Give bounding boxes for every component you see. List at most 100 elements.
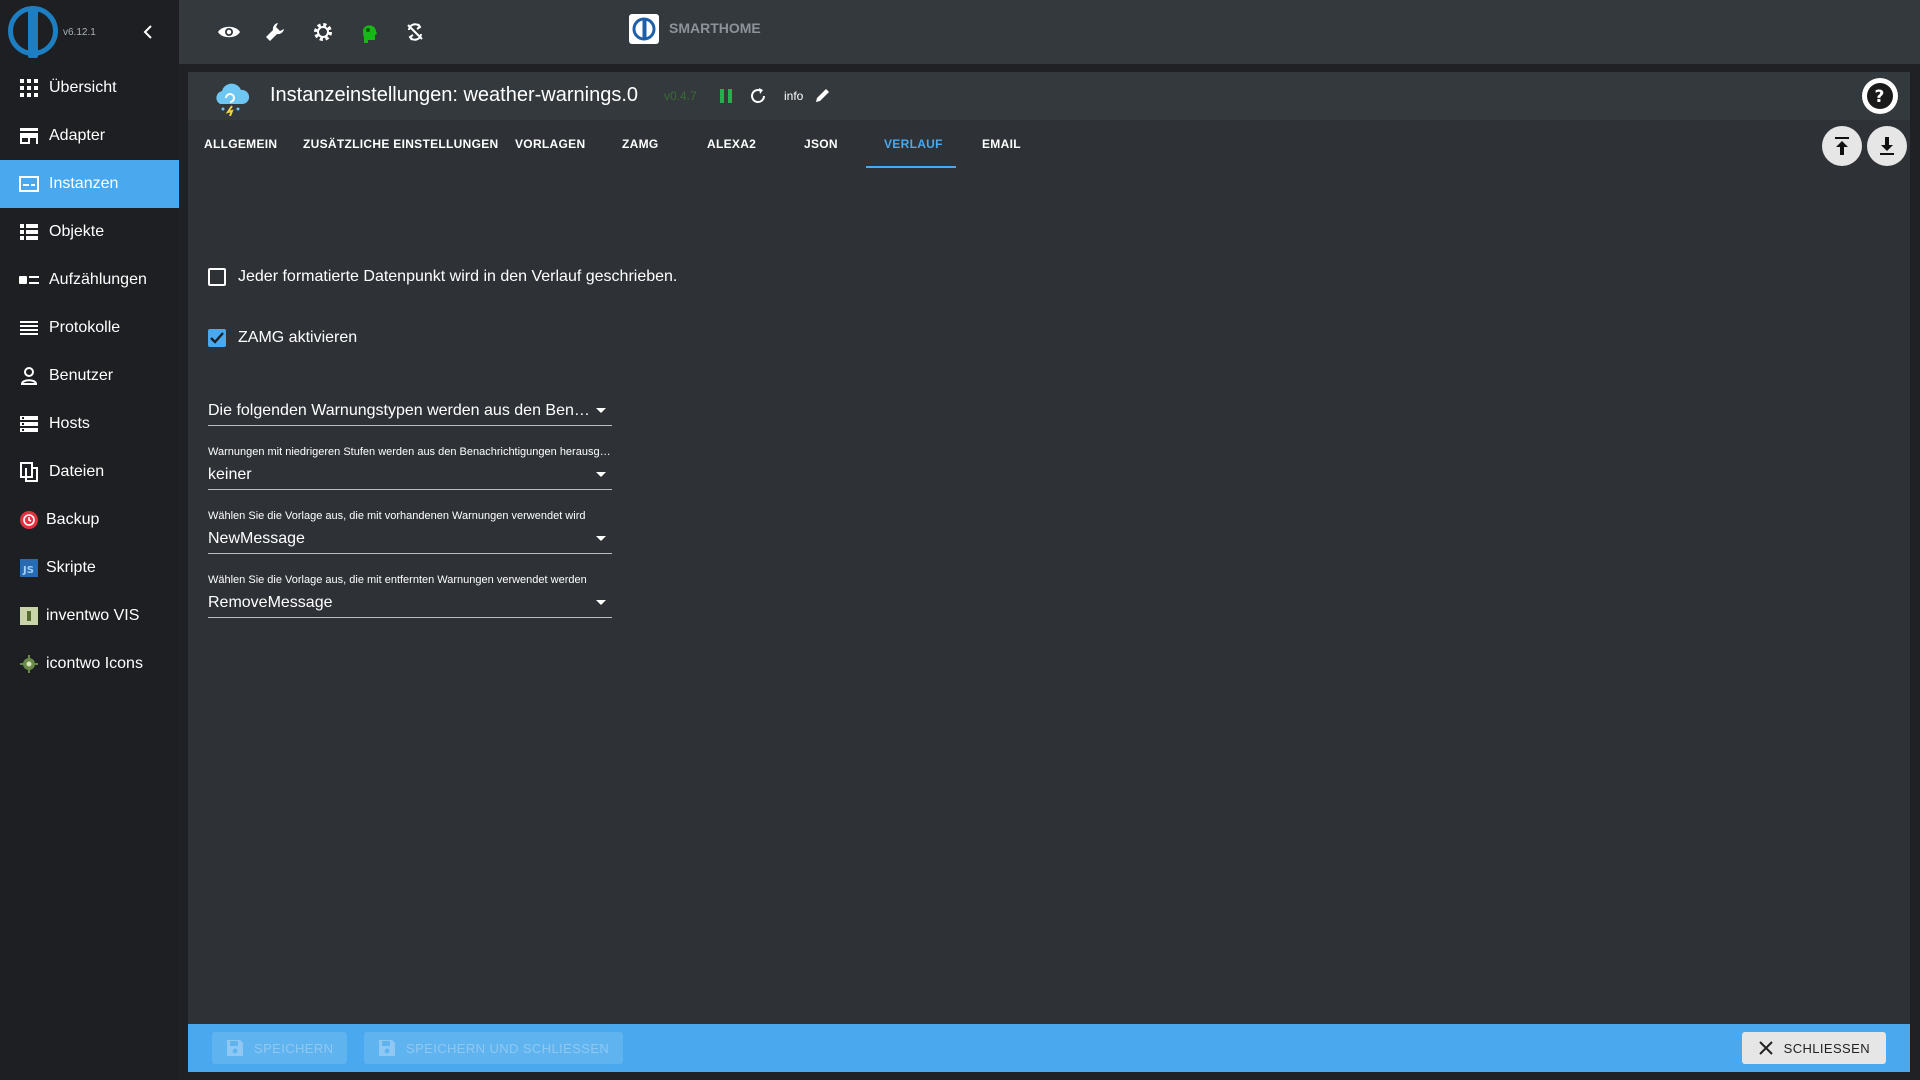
grid-icon — [18, 77, 40, 99]
close-button[interactable]: SCHLIESSEN — [1741, 1032, 1886, 1064]
pencil-icon[interactable] — [814, 86, 832, 104]
smarthome-logo-icon[interactable] — [629, 14, 659, 44]
sidebar-item-label: Backup — [46, 511, 100, 528]
svg-text:?: ? — [1875, 87, 1885, 107]
zamg-checkbox[interactable] — [208, 329, 226, 347]
pause-icon[interactable] — [716, 86, 736, 106]
sidebar-item-instanzen[interactable]: Instanzen — [0, 160, 179, 208]
sidebar-item-label: Übersicht — [49, 79, 117, 96]
active-tab-indicator — [866, 166, 956, 168]
instance-settings-panel: Instanzeinstellungen: weather-warnings.0… — [188, 72, 1910, 1072]
save-icon — [379, 1040, 395, 1056]
sidebar-item-adapter[interactable]: Adapter — [0, 112, 179, 160]
files-icon — [18, 461, 40, 483]
wrench-icon[interactable] — [261, 18, 289, 46]
inventwo-icon — [18, 605, 40, 627]
tab-zamg[interactable]: ZAMG — [622, 120, 659, 168]
sidebar-item-label: Aufzählungen — [49, 271, 147, 288]
info-label[interactable]: info — [784, 89, 803, 103]
gear-icon[interactable] — [309, 18, 337, 46]
sidebar-item-dateien[interactable]: Dateien — [0, 448, 179, 496]
page-title: Instanzeinstellungen: weather-warnings.0 — [270, 84, 638, 106]
instances-icon — [18, 173, 40, 195]
download-icon — [1880, 137, 1894, 155]
remove-message-template-label: Wählen Sie die Vorlage aus, die mit entf… — [208, 574, 587, 586]
sidebar-item-backup[interactable]: Backup — [0, 496, 179, 544]
history-checkbox-row[interactable]: Jeder formatierte Datenpunkt wird in den… — [208, 268, 677, 286]
svg-text:JS: JS — [22, 565, 34, 576]
save-and-close-button-label: SPEICHERN UND SCHLIESSEN — [406, 1040, 610, 1056]
close-icon — [1758, 1041, 1773, 1055]
sidebar-item-benutzer[interactable]: Benutzer — [0, 352, 179, 400]
save-button[interactable]: SPEICHERN — [212, 1032, 348, 1064]
iobroker-logo[interactable] — [8, 6, 58, 58]
sidebar-item-hosts[interactable]: Hosts — [0, 400, 179, 448]
head-icon[interactable] — [355, 18, 383, 46]
new-message-template-value: NewMessage — [208, 529, 305, 547]
warning-types-value: Die folgenden Warnungstypen werden aus d… — [208, 401, 612, 419]
warning-level-select-box[interactable]: keiner — [208, 460, 612, 490]
tab-alexa2[interactable]: ALEXA2 — [707, 120, 756, 168]
eye-icon[interactable] — [215, 18, 243, 46]
close-button-label: SCHLIESSEN — [1783, 1040, 1870, 1056]
warning-level-select[interactable]: Warnungen mit niedrigeren Stufen werden … — [208, 446, 612, 490]
dropdown-arrow-icon — [596, 536, 606, 541]
help-icon: ? — [1867, 83, 1893, 109]
save-button-label: SPEICHERN — [254, 1040, 334, 1056]
sidebar: v6.12.1 Übersicht Adapter Instanzen Obje… — [0, 0, 179, 1080]
warning-level-value: keiner — [208, 465, 252, 483]
zamg-checkbox-label: ZAMG aktivieren — [238, 329, 358, 346]
remove-message-template-select[interactable]: Wählen Sie die Vorlage aus, die mit entf… — [208, 574, 612, 618]
tab-vorlagen[interactable]: VORLAGEN — [515, 120, 585, 168]
new-message-template-select-box[interactable]: NewMessage — [208, 524, 612, 554]
download-settings-button[interactable] — [1867, 126, 1907, 166]
tab-email[interactable]: EMAIL — [982, 120, 1021, 168]
new-message-template-select[interactable]: Wählen Sie die Vorlage aus, die mit vorh… — [208, 510, 612, 554]
sidebar-item-skripte[interactable]: JS Skripte — [0, 544, 179, 592]
javascript-icon: JS — [18, 557, 40, 579]
warning-types-select[interactable]: Die folgenden Warnungstypen werden aus d… — [208, 396, 612, 426]
backup-icon — [18, 509, 40, 531]
sidebar-item-label: Benutzer — [49, 367, 114, 384]
sidebar-item-label: Objekte — [49, 223, 105, 240]
dropdown-arrow-icon — [596, 408, 606, 413]
sidebar-item-protokolle[interactable]: Protokolle — [0, 304, 179, 352]
sidebar-item-inventwo-vis[interactable]: inventwo VIS — [0, 592, 179, 640]
sidebar-item-objekte[interactable]: Objekte — [0, 208, 179, 256]
help-button[interactable]: ? — [1862, 78, 1898, 114]
remove-message-template-value: RemoveMessage — [208, 593, 333, 611]
checkmark-icon — [210, 332, 224, 344]
sidebar-item-label: Instanzen — [49, 175, 119, 192]
sidebar-item-label: inventwo VIS — [46, 607, 140, 624]
zamg-checkbox-row[interactable]: ZAMG aktivieren — [208, 329, 357, 347]
tab-json[interactable]: JSON — [804, 120, 838, 168]
list-icon — [18, 221, 40, 243]
chevron-left-icon[interactable] — [140, 20, 156, 44]
sidebar-item-label: Adapter — [49, 127, 106, 144]
tab-zusaetzliche-einstellungen[interactable]: ZUSÄTZLICHE EINSTELLUNGEN — [303, 120, 499, 168]
logo-row: v6.12.1 — [0, 0, 179, 64]
warning-types-select-box[interactable]: Die folgenden Warnungstypen werden aus d… — [208, 396, 612, 426]
brand-label: SMARTHOME — [669, 20, 761, 36]
tab-verlauf[interactable]: VERLAUF — [884, 120, 943, 168]
upload-settings-button[interactable] — [1822, 126, 1862, 166]
sidebar-item-aufzaehlungen[interactable]: Aufzählungen — [0, 256, 179, 304]
user-icon — [18, 365, 40, 387]
sync-icon[interactable] — [401, 18, 429, 46]
sidebar-item-uebersicht[interactable]: Übersicht — [0, 64, 179, 112]
hosts-icon — [18, 413, 40, 435]
save-icon — [227, 1040, 243, 1056]
dropdown-arrow-icon — [596, 472, 606, 477]
adapter-version: v0.4.7 — [664, 89, 697, 103]
reload-icon[interactable] — [748, 86, 768, 106]
tab-allgemein[interactable]: ALLGEMEIN — [204, 120, 277, 168]
save-and-close-button[interactable]: SPEICHERN UND SCHLIESSEN — [364, 1032, 624, 1064]
icontwo-icon — [18, 653, 40, 675]
sidebar-item-icontwo-icons[interactable]: icontwo Icons — [0, 640, 179, 688]
top-bar: SMARTHOME — [179, 0, 1920, 64]
history-checkbox[interactable] — [208, 268, 226, 286]
settings-footer: SPEICHERN SPEICHERN UND SCHLIESSEN SCHLI… — [188, 1024, 1910, 1072]
dropdown-arrow-icon — [596, 600, 606, 605]
remove-message-template-select-box[interactable]: RemoveMessage — [208, 588, 612, 618]
upload-icon — [1835, 137, 1849, 155]
